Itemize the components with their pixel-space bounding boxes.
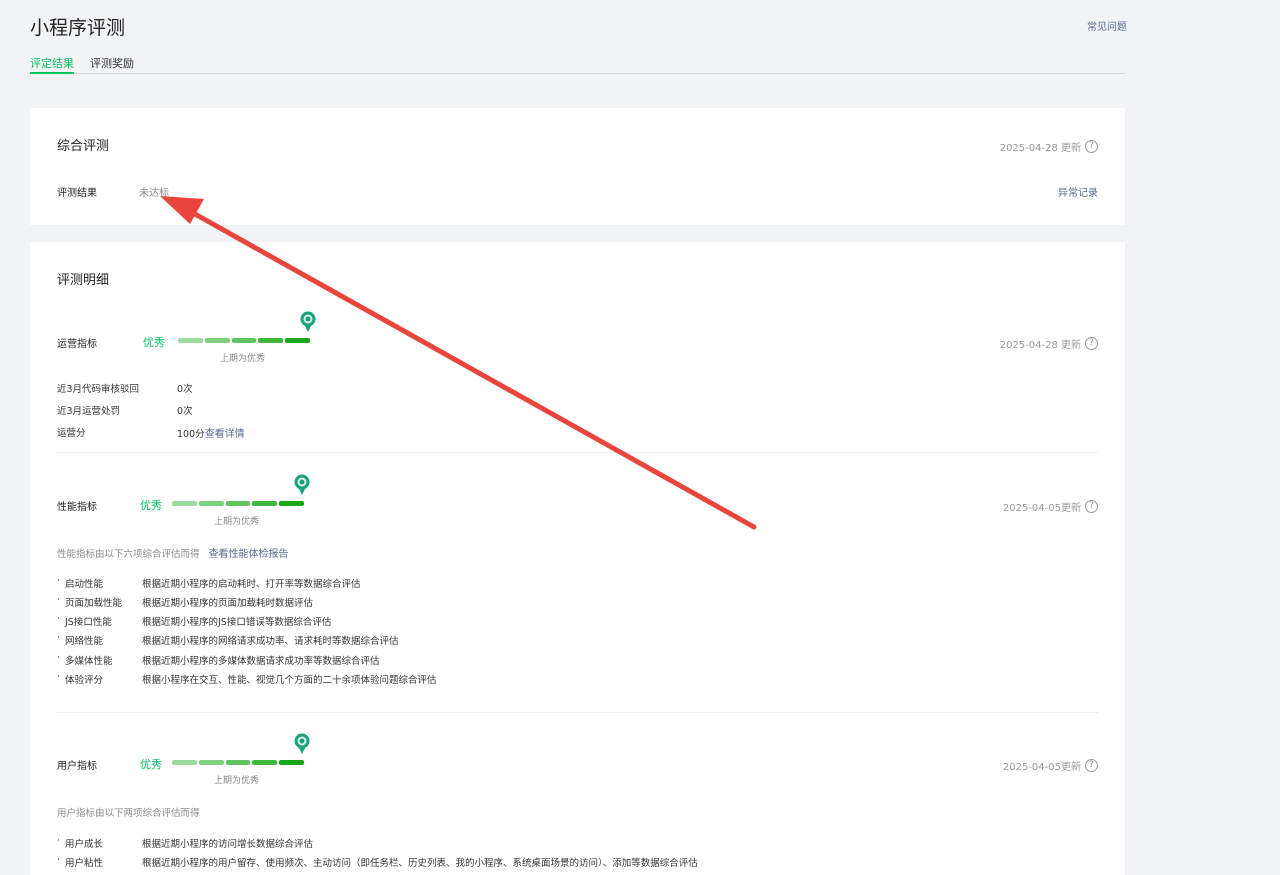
bar-segment — [285, 338, 310, 343]
bar-segment — [225, 760, 251, 765]
list-item-name: 启动性能 — [65, 579, 104, 590]
user-date: 2025-04-05更新 — [1002, 762, 1081, 773]
list-item-desc: 根据近期小程序的访问增长数据综合评估 — [142, 839, 314, 850]
kv-value: 0次 — [177, 406, 193, 417]
operation-prev: 上期为优秀 — [220, 354, 266, 364]
bullet: · — [57, 595, 60, 605]
overall-heading: 综合评测 — [57, 139, 110, 154]
bar-segment — [258, 338, 284, 343]
bar-segment — [279, 501, 304, 506]
detail-heading: 评测明细 — [57, 273, 110, 288]
tab-reward[interactable]: 评测奖励 — [90, 55, 134, 71]
divider — [57, 712, 1098, 713]
bar-segment — [252, 760, 278, 765]
page-title: 小程序评测 — [30, 17, 126, 39]
faq-link[interactable]: 常见问题 — [1087, 18, 1127, 33]
divider — [57, 452, 1098, 453]
list-item-desc: 根据近期小程序的页面加载耗时数据评估 — [142, 598, 314, 609]
question-circle-icon[interactable]: ? — [1085, 337, 1098, 350]
list-item-name: 用户成长 — [65, 839, 104, 850]
performance-desc: 性能指标由以下六项综合评估而得 — [57, 549, 200, 560]
anomaly-link[interactable]: 异常记录 — [1058, 184, 1098, 199]
kv-value: 0次 — [177, 384, 193, 395]
bullet: · — [57, 614, 60, 624]
kv-key: 近3月运营处罚 — [57, 406, 121, 417]
kv-key: 运营分 — [57, 428, 86, 439]
performance-date-row: 2025-04-05更新? — [1003, 496, 1098, 515]
bar-segment — [172, 501, 197, 506]
list-item-desc: 根据近期小程序的启动耗时、打开率等数据综合评估 — [142, 579, 361, 590]
performance-desc-row: 性能指标由以下六项综合评估而得 查看性能体检报告 — [57, 545, 289, 560]
bar-segment — [204, 338, 230, 343]
performance-grade: 优秀 — [140, 499, 162, 512]
operation-date: 2025-04-28 更新 — [999, 340, 1081, 351]
bullet: · — [57, 672, 60, 682]
list-item-desc: 根据近期小程序的网络请求成功率、请求耗时等数据综合评估 — [142, 636, 399, 647]
page: 小程序评测 常见问题 评定结果 评测奖励 综合评测 2025-04-28 更新?… — [0, 0, 1280, 875]
question-circle-icon[interactable]: ? — [1085, 759, 1098, 772]
bar-segment — [198, 760, 224, 765]
operation-level-bar — [178, 338, 310, 343]
bar-segment — [231, 338, 257, 343]
detail-card: 评测明细 运营指标 优秀 上期为优秀 2025-04-28 更新? 近3月代码审… — [30, 242, 1125, 875]
list-item-name: 用户粘性 — [65, 858, 104, 869]
operation-label: 运营指标 — [57, 339, 97, 350]
result-label: 评测结果 — [57, 188, 97, 199]
tab-result[interactable]: 评定结果 — [30, 55, 74, 74]
user-label: 用户指标 — [57, 761, 97, 772]
tab-bar: 评定结果 评测奖励 — [30, 53, 1125, 74]
bullet: · — [57, 633, 60, 643]
bar-segment — [198, 501, 224, 506]
view-details-link[interactable]: 查看详情 — [205, 429, 245, 440]
list-item-desc: 根据近期小程序的多媒体数据请求成功率等数据综合评估 — [142, 656, 380, 667]
kv-value: 100分 — [177, 429, 205, 440]
list-item-name: 多媒体性能 — [65, 656, 113, 667]
bullet: · — [57, 855, 60, 865]
performance-label: 性能指标 — [57, 502, 97, 513]
user-level-bar — [172, 760, 304, 765]
performance-prev: 上期为优秀 — [214, 517, 260, 527]
list-item-name: 页面加载性能 — [65, 598, 123, 609]
user-grade: 优秀 — [140, 758, 162, 771]
list-item-name: 体验评分 — [65, 675, 104, 686]
performance-report-link[interactable]: 查看性能体检报告 — [209, 549, 289, 560]
grade-badge-icon — [294, 733, 310, 754]
bar-segment — [225, 501, 251, 506]
performance-date: 2025-04-05更新 — [1002, 503, 1081, 514]
list-item-desc: 根据近期小程序的JS接口错误等数据综合评估 — [142, 617, 332, 628]
bar-segment — [252, 501, 278, 506]
bar-segment — [172, 760, 197, 765]
bullet: · — [57, 576, 60, 586]
overall-date-row: 2025-04-28 更新? — [1000, 136, 1098, 155]
operation-date-row: 2025-04-28 更新? — [1000, 333, 1098, 352]
overall-card: 综合评测 2025-04-28 更新? 评测结果 未达标 异常记录 — [30, 108, 1125, 225]
user-desc: 用户指标由以下两项综合评估而得 — [57, 808, 200, 819]
operation-grade: 优秀 — [143, 336, 165, 349]
list-item-desc: 根据近期小程序的用户留存、使用频次、主动访问（即任务栏、历史列表、我的小程序、系… — [142, 858, 698, 869]
result-value: 未达标 — [139, 188, 169, 199]
bar-segment — [279, 760, 304, 765]
kv-value-row: 100分查看详情 — [177, 425, 245, 440]
overall-date: 2025-04-28 更新 — [999, 143, 1081, 154]
performance-level-bar — [172, 501, 304, 506]
grade-badge-icon — [300, 311, 316, 332]
question-circle-icon[interactable]: ? — [1085, 140, 1098, 153]
bullet: · — [57, 653, 60, 663]
kv-key: 近3月代码审核驳回 — [57, 384, 140, 395]
grade-badge-icon — [294, 474, 310, 495]
list-item-name: 网络性能 — [65, 636, 104, 647]
list-item-name: JS接口性能 — [65, 617, 112, 628]
bar-segment — [178, 338, 203, 343]
question-circle-icon[interactable]: ? — [1085, 500, 1098, 513]
user-prev: 上期为优秀 — [214, 776, 260, 786]
user-date-row: 2025-04-05更新? — [1003, 755, 1098, 774]
bullet: · — [57, 836, 60, 846]
list-item-desc: 根据小程序在交互、性能、视觉几个方面的二十余项体验问题综合评估 — [142, 675, 437, 686]
